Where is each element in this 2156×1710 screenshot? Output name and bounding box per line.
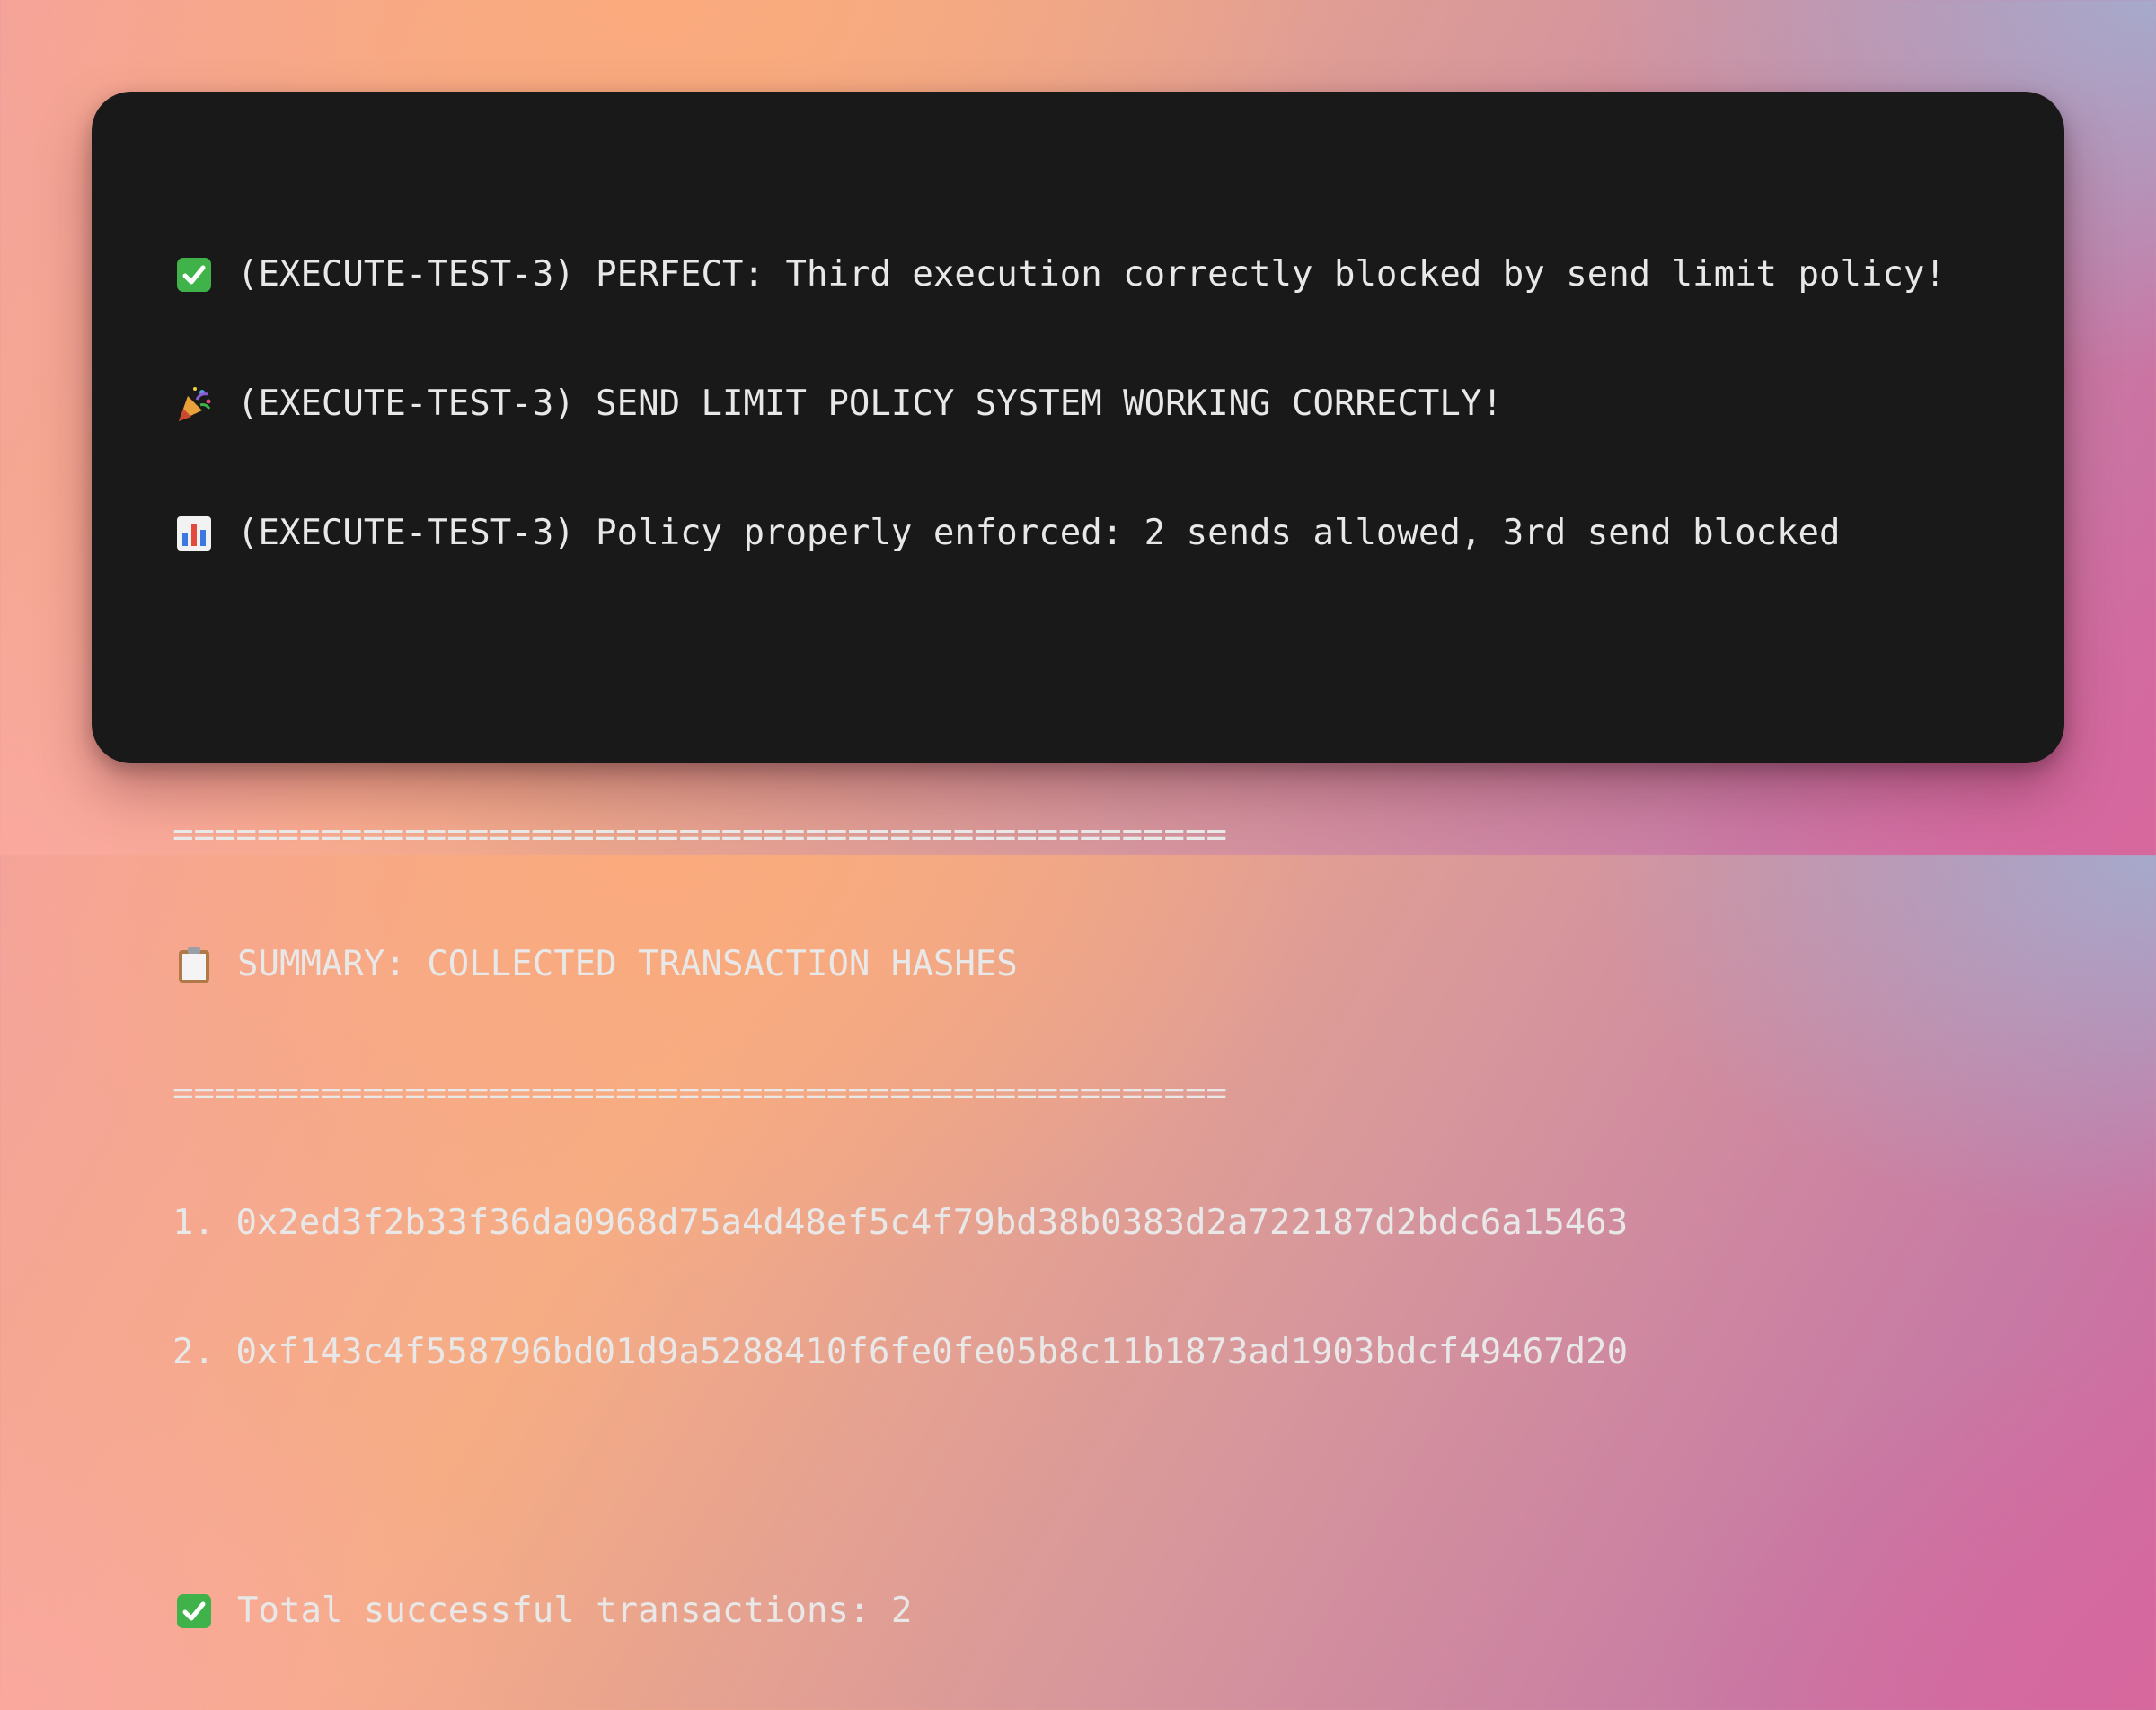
bar-chart-icon — [172, 512, 216, 555]
summary-title: SUMMARY: COLLECTED TRANSACTION HASHES — [237, 944, 1018, 984]
total-line: Total successful transactions: 2 — [172, 1590, 2064, 1633]
total-text: Total successful transactions: 2 — [237, 1591, 913, 1631]
hash-line: 2. 0xf143c4f558796bd01d9a5288410f6fe0fe0… — [172, 1332, 1629, 1372]
log-line: (EXECUTE-TEST-3) Policy properly enforce… — [172, 512, 2064, 555]
check-icon — [172, 1590, 216, 1633]
log-text: (EXECUTE-TEST-3) PERFECT: Third executio… — [237, 254, 1946, 295]
clipboard-icon — [172, 943, 216, 986]
summary-heading: SUMMARY: COLLECTED TRANSACTION HASHES — [172, 943, 2064, 986]
terminal-window: (EXECUTE-TEST-3) PERFECT: Third executio… — [92, 92, 2064, 1631]
log-text: (EXECUTE-TEST-3) SEND LIMIT POLICY SYSTE… — [237, 383, 1503, 424]
separator: ========================================… — [172, 1073, 1227, 1114]
check-icon — [172, 253, 216, 296]
separator: ========================================… — [172, 815, 1227, 855]
log-text: (EXECUTE-TEST-3) Policy properly enforce… — [237, 513, 1841, 553]
hash-line: 1. 0x2ed3f2b33f36da0968d75a4d48ef5c4f79b… — [172, 1203, 1629, 1243]
log-line: (EXECUTE-TEST-3) SEND LIMIT POLICY SYSTE… — [172, 383, 2064, 426]
log-line: (EXECUTE-TEST-3) PERFECT: Third executio… — [172, 253, 2064, 296]
party-popper-icon — [172, 383, 216, 426]
